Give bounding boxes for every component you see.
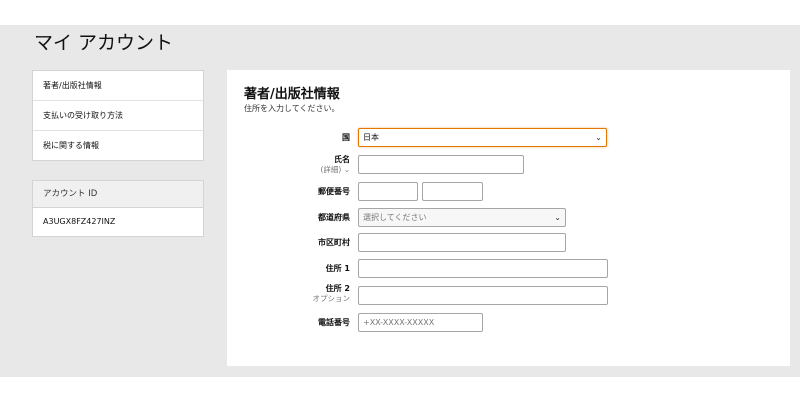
country-label: 国 [342,133,350,142]
postal-label: 郵便番号 [318,187,350,196]
address2-label: 住所 2 オプション [313,284,351,304]
account-id-value: A3UGX8FZ427INZ [43,217,116,226]
name-details-toggle[interactable]: (詳細) ⌄ [320,165,350,175]
country-value: 日本 [363,133,379,142]
postal-code-input-2[interactable] [422,182,483,201]
phone-label: 電話番号 [318,318,350,327]
address2-label-text: 住所 2 [325,284,350,293]
form-subtitle: 住所を入力してください。 [244,104,340,113]
main-panel: 著者/出版社情報 住所を入力してください。 国 日本 ⌄ 氏名 (詳細) ⌄ 郵… [227,70,790,366]
name-label-text: 氏名 [334,155,350,164]
country-select[interactable]: 日本 ⌄ [358,128,607,147]
address1-label: 住所 1 [325,264,350,273]
chevron-down-icon: ⌄ [554,213,561,222]
prefecture-label: 都道府県 [318,213,350,222]
sidebar-item-author-publisher[interactable]: 著者/出版社情報 [33,71,203,101]
sidebar-item-payment-method[interactable]: 支払いの受け取り方法 [33,101,203,131]
account-id-box: アカウント ID A3UGX8FZ427INZ [32,180,204,237]
address2-optional-note: オプション [312,294,351,303]
name-input[interactable] [358,155,524,174]
page-title: マイ アカウント [34,32,174,54]
postal-code-input-1[interactable] [358,182,418,201]
city-label: 市区町村 [318,238,350,247]
form-title: 著者/出版社情報 [244,87,340,102]
city-input[interactable] [358,233,566,252]
prefecture-select[interactable]: 選択してください ⌄ [358,208,566,227]
sidebar-item-tax-info[interactable]: 税に関する情報 [33,131,203,160]
sidebar-nav: 著者/出版社情報 支払いの受け取り方法 税に関する情報 [32,70,204,161]
address1-input[interactable] [358,259,608,278]
chevron-down-icon: ⌄ [595,133,602,142]
address2-input[interactable] [358,286,608,305]
phone-placeholder: +XX-XXXX-XXXXX [363,318,435,327]
phone-input[interactable]: +XX-XXXX-XXXXX [358,313,483,332]
name-label: 氏名 (詳細) ⌄ [320,155,350,175]
account-id-heading: アカウント ID [33,181,203,208]
prefecture-placeholder: 選択してください [363,213,427,222]
